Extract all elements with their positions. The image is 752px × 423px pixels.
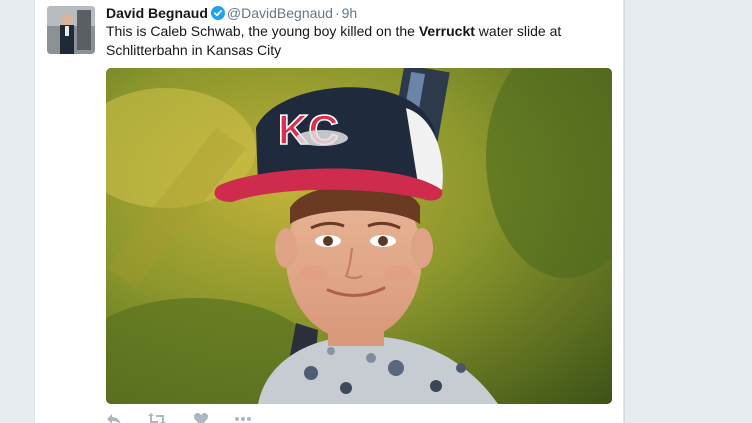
heart-icon[interactable] [193,412,209,423]
verified-badge-icon [210,6,225,20]
tweet-photo[interactable]: KC [106,68,612,404]
tweet-text-bold: Verruckt [418,23,475,39]
right-gutter [624,0,752,423]
user-handle[interactable]: @DavidBegnaud [227,5,333,21]
page: David Begnaud @DavidBegnaud · 9h This is Ca… [0,0,752,423]
tweet-header: David Begnaud @DavidBegnaud · 9h [106,4,357,22]
tweet-actions [106,412,274,423]
tweet-card[interactable]: David Begnaud @DavidBegnaud · 9h This is Ca… [34,0,624,423]
cap-logo-text: KC [278,106,339,153]
profile-photo-icon[interactable] [47,6,95,54]
tweet-text: This is Caleb Schwab, the young boy kill… [106,22,606,60]
reply-icon[interactable] [106,412,122,423]
cap-logo: KC [277,105,339,154]
tweet-text-start: This is Caleb Schwab, the young boy kill… [106,23,419,39]
timestamp[interactable]: 9h [342,5,358,21]
separator: · [334,5,340,21]
more-icon[interactable] [234,412,252,423]
display-name[interactable]: David Begnaud [106,5,208,21]
retweet-icon[interactable] [147,412,167,423]
left-gutter [0,0,34,423]
